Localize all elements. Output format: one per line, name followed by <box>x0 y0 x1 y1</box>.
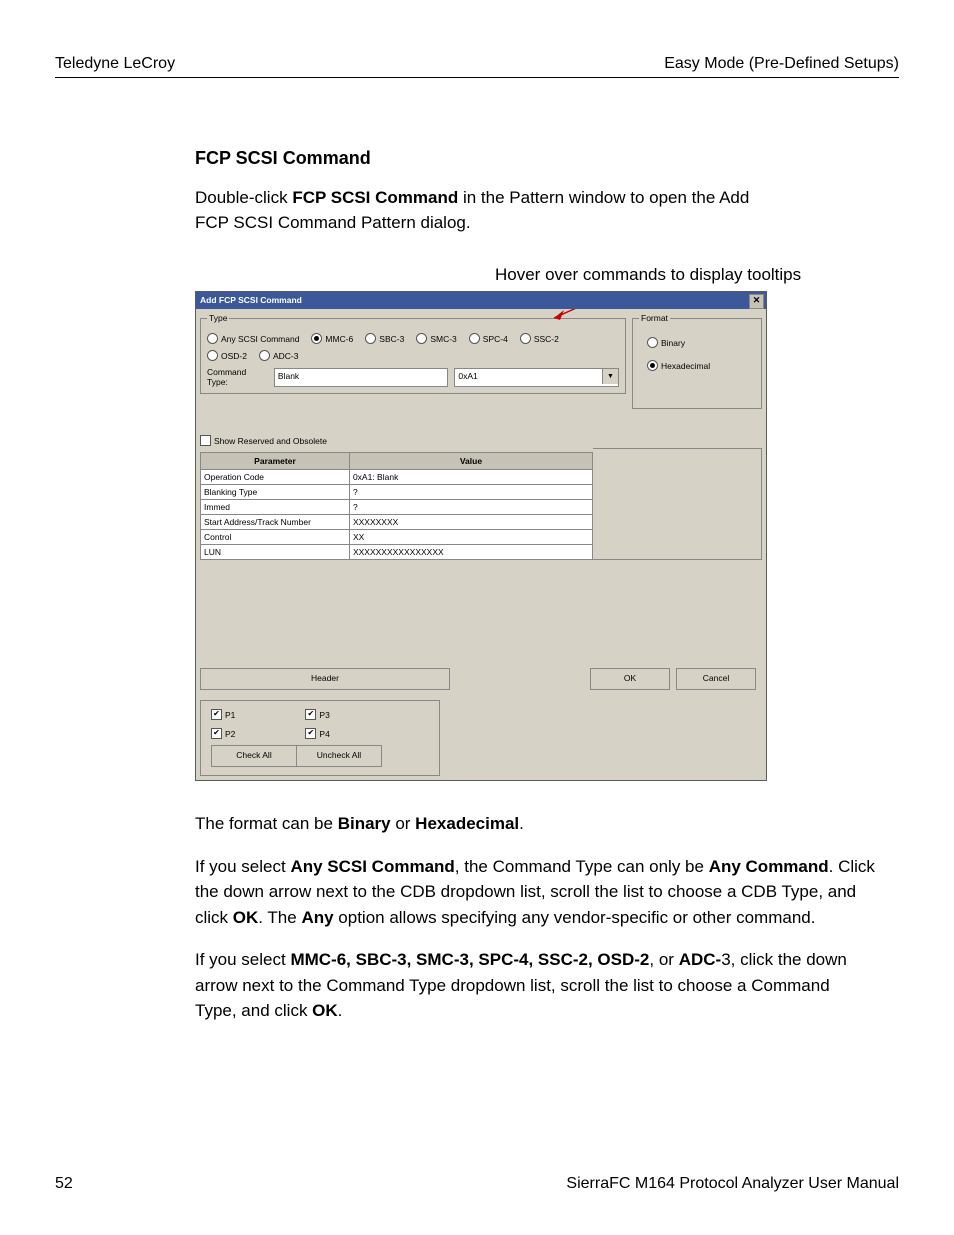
type-legend: Type <box>207 313 229 323</box>
para-any-scsi: If you select Any SCSI Command, the Comm… <box>195 854 875 931</box>
radio-spc4[interactable]: SPC-4 <box>469 333 508 344</box>
uncheck-all-button[interactable]: Uncheck All <box>297 745 382 767</box>
header-right: Easy Mode (Pre-Defined Setups) <box>664 55 899 73</box>
radio-mmc6[interactable]: MMC-6 <box>311 333 353 344</box>
radio-osd2[interactable]: OSD-2 <box>207 350 247 361</box>
radio-smc3[interactable]: SMC-3 <box>416 333 456 344</box>
checkbox-p3[interactable]: P3 <box>305 709 329 720</box>
footer-title: SierraFC M164 Protocol Analyzer User Man… <box>566 1175 899 1193</box>
page-number: 52 <box>55 1175 73 1193</box>
radio-adc3[interactable]: ADC-3 <box>259 350 299 361</box>
th-value: Value <box>349 453 592 470</box>
dialog-add-fcp-scsi: Add FCP SCSI Command ✕ Type Any SCSI Com… <box>195 291 767 781</box>
table-row: Immed? <box>201 500 593 515</box>
checkbox-p4[interactable]: P4 <box>305 728 329 739</box>
table-row: Operation Code0xA1: Blank <box>201 470 593 485</box>
radio-binary[interactable]: Binary <box>647 337 755 348</box>
dialog-title: Add FCP SCSI Command <box>200 295 302 305</box>
caption-text: Hover over commands to display tooltips <box>495 265 899 285</box>
cancel-button[interactable]: Cancel <box>676 668 756 690</box>
checkbox-show-reserved[interactable]: Show Reserved and Obsolete <box>200 435 327 446</box>
table-row: LUNXXXXXXXXXXXXXXXX <box>201 545 593 560</box>
table-side-panel <box>593 448 762 560</box>
page-header: Teledyne LeCroy Easy Mode (Pre-Defined S… <box>55 55 899 78</box>
intro-text: Double-click FCP SCSI Command in the Pat… <box>195 186 765 235</box>
ports-groupbox: P1 P3 P2 P4 Check All Uncheck All <box>200 700 440 776</box>
para-command-type: If you select MMC-6, SBC-3, SMC-3, SPC-4… <box>195 947 875 1024</box>
table-row: ControlXX <box>201 530 593 545</box>
th-parameter: Parameter <box>201 453 350 470</box>
dialog-titlebar: Add FCP SCSI Command ✕ <box>196 292 766 309</box>
radio-ssc2[interactable]: SSC-2 <box>520 333 559 344</box>
format-groupbox: Format Binary Hexadecimal <box>632 313 762 409</box>
ok-button[interactable]: OK <box>590 668 670 690</box>
command-type-label: Command Type: <box>207 367 268 387</box>
close-icon[interactable]: ✕ <box>749 294 764 309</box>
radio-sbc3[interactable]: SBC-3 <box>365 333 404 344</box>
checkbox-p2[interactable]: P2 <box>211 728 235 739</box>
check-all-button[interactable]: Check All <box>211 745 297 767</box>
page-footer: 52 SierraFC M164 Protocol Analyzer User … <box>55 1175 899 1193</box>
radio-any-scsi[interactable]: Any SCSI Command <box>207 333 299 344</box>
radio-hexadecimal[interactable]: Hexadecimal <box>647 360 755 371</box>
header-left: Teledyne LeCroy <box>55 55 175 73</box>
chevron-down-icon: ▼ <box>602 369 618 384</box>
command-code-dropdown[interactable]: 0xA1▼ <box>454 368 619 387</box>
para-format: The format can be Binary or Hexadecimal. <box>195 811 875 837</box>
command-type-dropdown[interactable]: Blank <box>274 368 448 387</box>
checkbox-p1[interactable]: P1 <box>211 709 235 720</box>
header-button[interactable]: Header <box>200 668 450 690</box>
format-legend: Format <box>639 313 670 323</box>
table-row: Start Address/Track NumberXXXXXXXX <box>201 515 593 530</box>
table-row: Blanking Type? <box>201 485 593 500</box>
section-title: FCP SCSI Command <box>195 148 899 169</box>
parameter-table: ParameterValue Operation Code0xA1: Blank… <box>200 452 593 560</box>
